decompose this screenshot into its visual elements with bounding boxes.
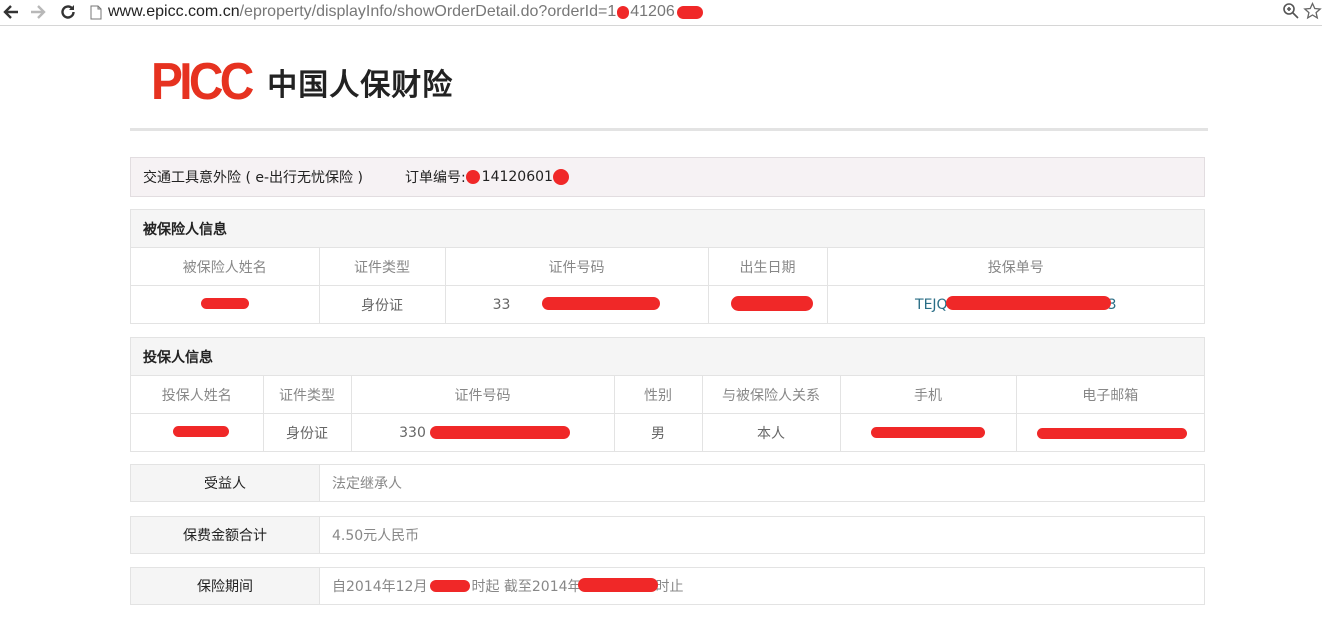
- logo-picc-text: PICC: [151, 53, 254, 111]
- redaction-mark: [430, 580, 470, 592]
- section-title: 被保险人信息: [131, 210, 1204, 248]
- picc-logo: PICC 中国人保财险: [151, 53, 454, 111]
- zoom-icon[interactable]: [1282, 2, 1300, 20]
- column-header: 投保人姓名: [131, 376, 264, 414]
- table-row: 身份证 330 男 本人: [131, 413, 1204, 451]
- email-cell: [1015, 413, 1204, 451]
- period-end-text: 时止: [655, 579, 684, 595]
- browser-toolbar: www.epicc.com.cn/eproperty/displayInfo/s…: [0, 0, 1322, 26]
- applicant-info-section: 投保人信息 投保人姓名 证件类型 证件号码 性别 与被保险人关系 手机 电子邮箱…: [130, 337, 1205, 452]
- product-name: 交通工具意外险 ( e-出行无忧保险 ): [143, 170, 363, 186]
- header-divider: [130, 128, 1208, 131]
- table-header-row: 投保人姓名 证件类型 证件号码 性别 与被保险人关系 手机 电子邮箱: [131, 376, 1204, 414]
- redaction-mark: [1036, 428, 1187, 439]
- id-type-cell: 身份证: [262, 413, 352, 451]
- order-summary-bar: 交通工具意外险 ( e-出行无忧保险 ) 订单编号: 14120601: [130, 157, 1205, 197]
- table-header-row: 被保险人姓名 证件类型 证件号码 出生日期 投保单号: [131, 248, 1204, 286]
- premium-label: 保费金额合计: [131, 517, 320, 553]
- id-number-cell: 330: [350, 413, 615, 451]
- redaction-mark: [870, 427, 985, 438]
- redaction-mark: [578, 578, 658, 592]
- table-row: 身份证 33 1 TEJQ3: [131, 285, 1204, 323]
- applicant-table: 投保人姓名 证件类型 证件号码 性别 与被保险人关系 手机 电子邮箱 身份证 3…: [131, 376, 1204, 451]
- order-number: 14120601: [481, 169, 553, 185]
- redaction-mark: [945, 296, 1111, 310]
- section-title: 投保人信息: [131, 338, 1204, 376]
- redaction-mark: [429, 426, 570, 439]
- redaction-mark: [617, 5, 630, 19]
- order-number-label: 订单编号:: [404, 170, 466, 186]
- back-button[interactable]: [0, 1, 22, 23]
- column-header: 电子邮箱: [1015, 376, 1204, 414]
- column-header: 证件类型: [262, 376, 352, 414]
- column-header: 性别: [613, 376, 703, 414]
- reload-button[interactable]: [57, 1, 79, 23]
- insured-info-section: 被保险人信息 被保险人姓名 证件类型 证件号码 出生日期 投保单号 身份证 33…: [130, 209, 1205, 324]
- premium-value: 4.50元人民币: [332, 528, 420, 544]
- gender-cell: 男: [613, 413, 703, 451]
- url-host: www.epicc.com.cn: [108, 3, 240, 20]
- column-header: 证件类型: [318, 248, 446, 286]
- period-value: 自2014年12月 时起 截至2014年 时止: [320, 568, 1204, 604]
- insured-name-cell: [131, 285, 320, 323]
- column-header: 投保单号: [826, 248, 1204, 286]
- phone-cell: [839, 413, 1017, 451]
- bookmark-star-icon[interactable]: [1303, 2, 1322, 20]
- birth-date-cell: 1: [707, 285, 828, 323]
- redaction-mark: [552, 169, 569, 185]
- address-bar[interactable]: www.epicc.com.cn/eproperty/displayInfo/s…: [86, 1, 1322, 23]
- premium-row: 保费金额合计 4.50元人民币: [130, 516, 1205, 554]
- redaction-mark: [730, 296, 813, 311]
- redaction-mark: [676, 5, 703, 19]
- redaction-mark: [201, 298, 249, 309]
- beneficiary-row: 受益人 法定继承人: [130, 464, 1205, 502]
- policy-application-number-cell[interactable]: TEJQ 3: [826, 285, 1204, 323]
- reload-icon: [61, 5, 75, 19]
- url-order-digits: 41206: [630, 3, 675, 20]
- column-header: 被保险人姓名: [131, 248, 320, 286]
- beneficiary-value: 法定继承人: [332, 476, 402, 492]
- forward-button[interactable]: [27, 1, 49, 23]
- back-arrow-icon: [3, 5, 18, 19]
- insurance-period-row: 保险期间 自2014年12月 时起 截至2014年 时止: [130, 567, 1205, 605]
- period-mid-text: 时起 截至2014年: [471, 579, 582, 595]
- redaction-mark: [173, 426, 229, 437]
- period-start-text: 自2014年12月: [332, 579, 428, 595]
- column-header: 与被保险人关系: [701, 376, 841, 414]
- redaction-mark: [541, 297, 660, 310]
- redaction-mark: [465, 170, 480, 184]
- column-header: 手机: [839, 376, 1017, 414]
- forward-arrow-icon: [31, 5, 46, 19]
- beneficiary-label: 受益人: [131, 465, 320, 501]
- column-header: 证件号码: [444, 248, 709, 286]
- logo-company-name: 中国人保财险: [267, 68, 454, 103]
- column-header: 出生日期: [707, 248, 828, 286]
- column-header: 证件号码: [350, 376, 615, 414]
- period-label: 保险期间: [131, 568, 320, 604]
- relation-cell: 本人: [701, 413, 841, 451]
- id-number-cell: 33: [444, 285, 709, 323]
- page-icon: [90, 5, 102, 19]
- url-path: /eproperty/displayInfo/showOrderDetail.d…: [239, 3, 617, 20]
- id-type-cell: 身份证: [318, 285, 446, 323]
- applicant-name-cell: [131, 413, 264, 451]
- insured-table: 被保险人姓名 证件类型 证件号码 出生日期 投保单号 身份证 33 1 TEJQ…: [131, 248, 1204, 323]
